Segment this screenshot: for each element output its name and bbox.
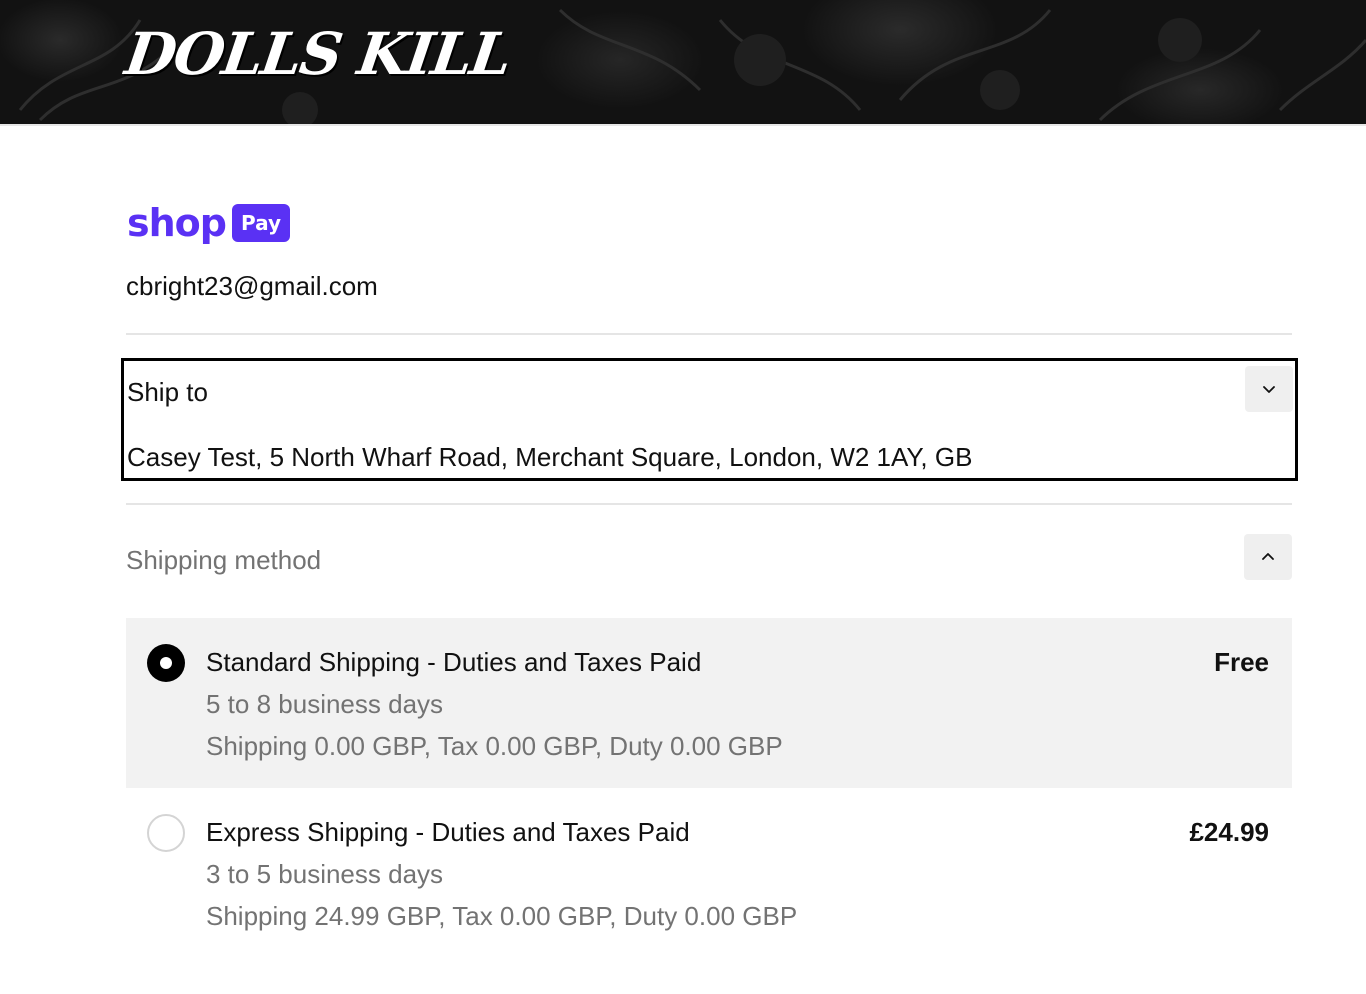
shipping-option-breakdown: Shipping 0.00 GBP, Tax 0.00 GBP, Duty 0.… bbox=[206, 731, 783, 761]
shipping-option-express[interactable]: Express Shipping - Duties and Taxes Paid… bbox=[126, 788, 1292, 958]
shipping-option-price: Free bbox=[1214, 647, 1269, 677]
shipping-option-price: £24.99 bbox=[1189, 817, 1269, 847]
shop-pay-logo: shop Pay bbox=[127, 200, 291, 246]
shop-pay-wordmark: shop bbox=[127, 201, 227, 245]
chevron-up-icon bbox=[1262, 553, 1274, 560]
divider bbox=[126, 503, 1292, 505]
ship-to-address: Casey Test, 5 North Wharf Road, Merchant… bbox=[127, 442, 973, 472]
shipping-option-days: 5 to 8 business days bbox=[206, 689, 444, 719]
divider bbox=[126, 333, 1292, 335]
ship-to-section[interactable]: Ship to Casey Test, 5 North Wharf Road, … bbox=[121, 358, 1298, 481]
radio-selected[interactable] bbox=[147, 644, 185, 682]
shipping-option-standard[interactable]: Standard Shipping - Duties and Taxes Pai… bbox=[126, 618, 1292, 788]
account-email: cbright23@gmail.com bbox=[126, 271, 378, 301]
ship-to-label: Ship to bbox=[127, 377, 208, 407]
shipping-method-toggle-button[interactable] bbox=[1244, 534, 1292, 580]
shipping-method-title: Shipping method bbox=[126, 545, 322, 575]
shipping-option-days: 3 to 5 business days bbox=[206, 859, 444, 889]
brand-banner: DOLLS KILL bbox=[0, 0, 1366, 126]
shipping-option-breakdown: Shipping 24.99 GBP, Tax 0.00 GBP, Duty 0… bbox=[206, 901, 798, 931]
chevron-down-icon bbox=[1263, 386, 1275, 393]
radio-unselected[interactable] bbox=[147, 814, 185, 852]
shipping-option-title: Standard Shipping - Duties and Taxes Pai… bbox=[206, 647, 702, 677]
dolls-kill-logo[interactable]: DOLLS KILL bbox=[121, 20, 514, 88]
ship-to-toggle-button[interactable] bbox=[1245, 366, 1293, 412]
shipping-option-title: Express Shipping - Duties and Taxes Paid bbox=[206, 817, 690, 847]
shop-pay-badge: Pay bbox=[231, 204, 291, 242]
